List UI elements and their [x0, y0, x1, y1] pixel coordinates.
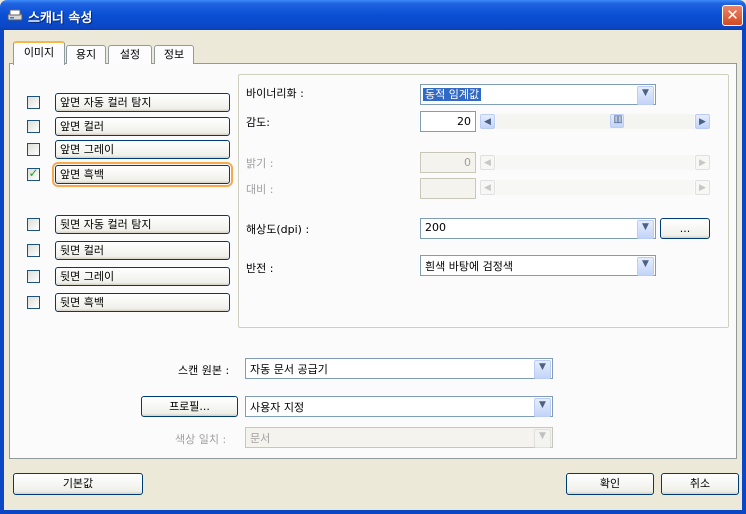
image-type-button[interactable]: 뒷면 흑백 [55, 293, 230, 312]
color-match-value: 문서 [250, 432, 271, 445]
contrast-decrease-button[interactable]: ◀ [480, 180, 495, 195]
resolution-label: 해상도(dpi) : [246, 223, 310, 236]
contrast-field[interactable] [420, 178, 476, 199]
cancel-button[interactable]: 취소 [661, 473, 739, 495]
tab-image[interactable]: 이미지 [13, 41, 65, 65]
title-bar[interactable] [0, 0, 746, 30]
image-type-checkbox[interactable] [27, 143, 40, 156]
invert-label: 반전 : [246, 262, 274, 275]
contrast-label: 대비 : [246, 183, 274, 196]
image-type-checkbox[interactable]: ✓ [27, 166, 40, 181]
brightness-field[interactable]: 0 [420, 152, 476, 173]
sensitivity-decrease-button[interactable]: ◀ [480, 114, 495, 129]
window-title: 스캐너 속성 [28, 11, 93, 26]
resolution-select[interactable]: 200 ▼ [420, 218, 656, 239]
invert-value: 흰색 바탕에 검정색 [425, 260, 513, 273]
sensitivity-increase-button[interactable]: ▶ [695, 114, 710, 129]
contrast-slider-track[interactable] [496, 180, 694, 195]
tab-settings[interactable]: 설정 [108, 45, 152, 64]
chevron-down-icon: ▼ [539, 362, 546, 372]
sensitivity-slider-thumb[interactable]: ▥ [610, 114, 624, 128]
image-type-checkbox[interactable] [27, 244, 40, 257]
checkmark-icon: ✓ [28, 166, 39, 180]
tab-paper[interactable]: 용지 [66, 45, 106, 64]
profile-select[interactable]: 사용자 지정 ▼ [245, 396, 553, 417]
contrast-increase-button[interactable]: ▶ [695, 180, 710, 195]
image-type-button[interactable]: 앞면 자동 컬러 탐지 [55, 93, 230, 112]
sensitivity-slider-track[interactable]: ▥ [496, 114, 694, 129]
chevron-down-icon: ▼ [642, 259, 649, 269]
resolution-value: 200 [425, 221, 446, 234]
scan-source-select[interactable]: 자동 문서 공급기 ▼ [245, 358, 553, 379]
image-type-button[interactable]: 앞면 흑백 [52, 162, 233, 187]
image-type-checkbox[interactable] [27, 96, 40, 109]
image-settings-group [238, 74, 729, 328]
image-type-button[interactable]: 뒷면 그레이 [55, 267, 230, 286]
image-type-button[interactable]: 앞면 그레이 [55, 140, 230, 159]
invert-select[interactable]: 흰색 바탕에 검정색 ▼ [420, 255, 656, 276]
window-frame-bottom [0, 510, 746, 514]
tab-info[interactable]: 정보 [154, 45, 194, 64]
chevron-down-icon: ▼ [539, 431, 546, 441]
brightness-slider-track[interactable] [496, 155, 694, 170]
sensitivity-field[interactable]: 20 [420, 111, 476, 132]
window-frame-left [0, 30, 4, 514]
brightness-decrease-button[interactable]: ◀ [480, 155, 495, 170]
image-type-checkbox[interactable] [27, 296, 40, 309]
image-type-checkbox[interactable] [27, 270, 40, 283]
chevron-down-icon: ▼ [539, 400, 546, 410]
ok-button[interactable]: 확인 [566, 473, 654, 495]
image-type-button[interactable]: 뒷면 자동 컬러 탐지 [55, 215, 230, 234]
binarization-select[interactable]: 동적 임계값 ▼ [420, 84, 656, 105]
binarization-label: 바이너리화 : [246, 87, 304, 100]
scanner-icon [7, 8, 23, 22]
brightness-label: 밝기 : [246, 157, 274, 170]
image-type-checkbox[interactable] [27, 120, 40, 133]
image-type-button[interactable]: 앞면 컬러 [55, 117, 230, 136]
image-type-checkbox[interactable] [27, 218, 40, 231]
profile-value: 사용자 지정 [250, 401, 305, 414]
close-button[interactable]: ✕ [722, 5, 743, 26]
sensitivity-label: 감도: [246, 116, 270, 129]
brightness-increase-button[interactable]: ▶ [695, 155, 710, 170]
color-match-label: 색상 일치 : [175, 433, 227, 446]
image-type-button[interactable]: 뒷면 컬러 [55, 241, 230, 260]
chevron-down-icon: ▼ [642, 222, 649, 232]
profile-button[interactable]: 프로필... [141, 396, 238, 417]
binarization-value: 동적 임계값 [423, 88, 482, 101]
scan-source-value: 자동 문서 공급기 [250, 363, 328, 376]
chevron-down-icon: ▼ [642, 88, 649, 98]
resolution-more-button[interactable]: ... [660, 218, 710, 239]
default-button[interactable]: 기본값 [13, 473, 143, 495]
color-match-select[interactable]: 문서 ▼ [245, 427, 553, 448]
close-icon: ✕ [726, 6, 739, 24]
scan-source-label: 스캔 원본 : [178, 364, 230, 377]
window-frame-right [742, 30, 746, 514]
grip-icon: ▥ [613, 114, 623, 125]
